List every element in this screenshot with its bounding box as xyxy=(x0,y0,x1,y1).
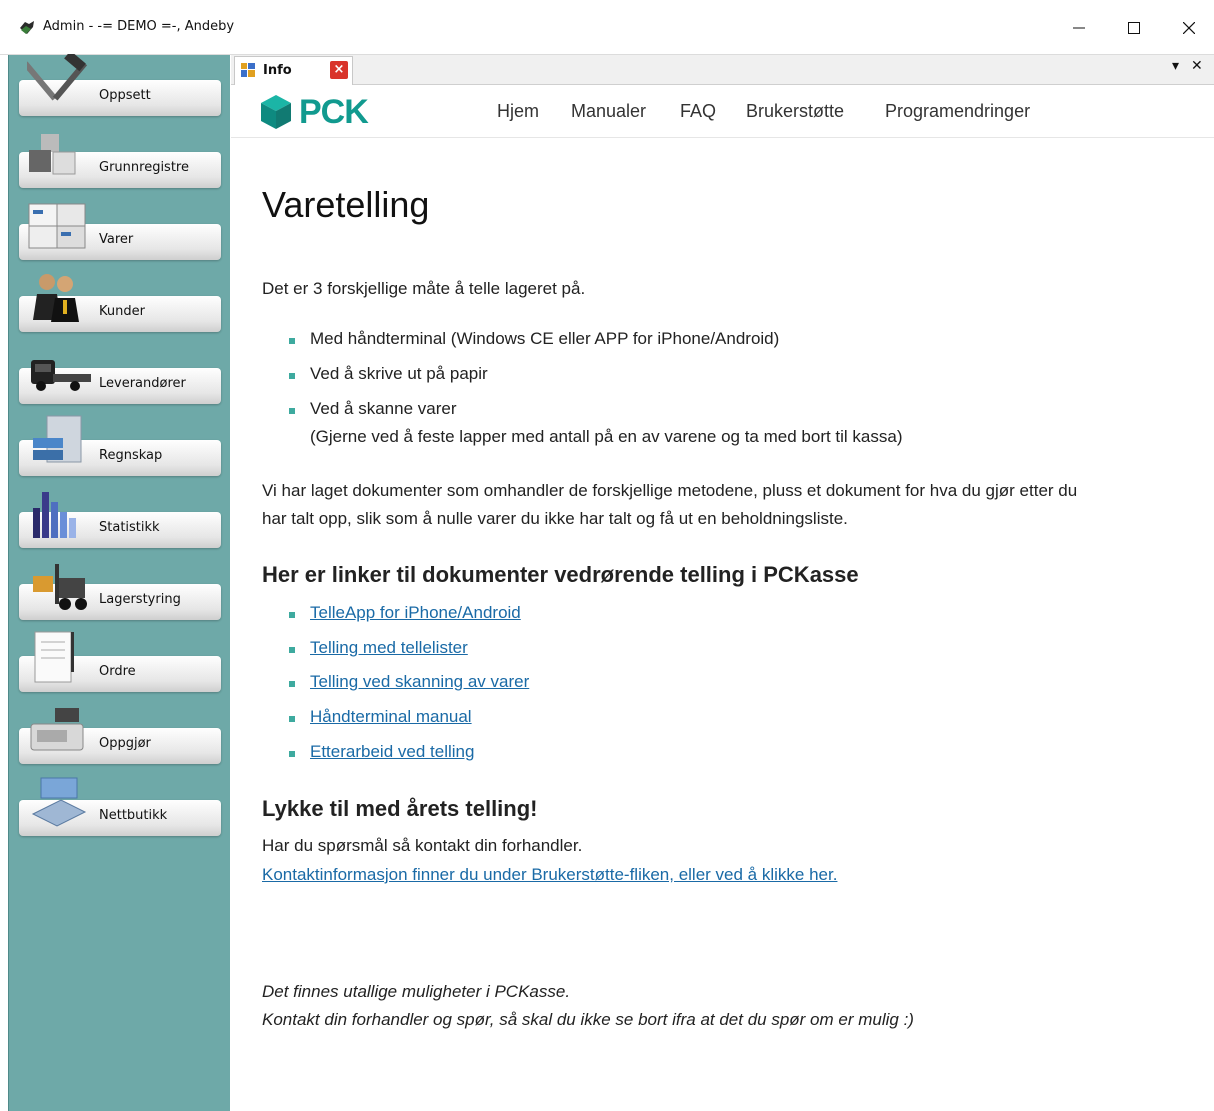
sidebar-item-statistikk[interactable]: Statistikk xyxy=(19,492,221,548)
logo-text: PCK xyxy=(299,92,369,131)
webshop-icon xyxy=(31,777,87,827)
chart-icon xyxy=(33,492,76,538)
info-tab-icon xyxy=(241,63,255,77)
doc-link-tellelister[interactable]: Telling med tellelister xyxy=(310,638,468,658)
tab-label: Info xyxy=(263,63,292,78)
nav-programendringer[interactable]: Programendringer xyxy=(885,101,1030,122)
pck-logo[interactable]: PCK xyxy=(261,92,369,131)
footer-line-1: Det finnes utallige muligheter i PCKasse… xyxy=(262,982,571,1001)
nav-hjem[interactable]: Hjem xyxy=(497,101,539,122)
bullet-marker xyxy=(289,751,295,757)
document-icon xyxy=(34,631,74,683)
intro-text: Det er 3 forskjellige måte å telle lager… xyxy=(262,279,586,298)
sidebar-item-kunder[interactable]: Kunder xyxy=(19,274,221,332)
bullet-marker xyxy=(289,647,295,653)
doc-link-skanning[interactable]: Telling ved skanning av varer xyxy=(310,672,529,692)
minimize-icon xyxy=(1073,27,1085,29)
minimize-button[interactable] xyxy=(1057,8,1101,48)
links-heading: Her er linker til dokumenter vedrørende … xyxy=(262,562,859,587)
sidebar-item-label: Grunnregistre xyxy=(99,160,189,175)
maximize-button[interactable] xyxy=(1112,8,1156,48)
sidebar-item-nettbutikk[interactable]: Nettbutikk xyxy=(19,777,221,836)
sidebar-item-varer[interactable]: Varer xyxy=(19,203,221,260)
close-pane-icon[interactable]: ✕ xyxy=(1191,58,1203,74)
bullet-marker xyxy=(289,716,295,722)
sidebar-item-label: Kunder xyxy=(99,304,145,319)
sidebar-item-label: Ordre xyxy=(99,664,136,679)
sidebar-item-lagerstyring[interactable]: Lagerstyring xyxy=(19,564,221,620)
tools-icon xyxy=(27,54,88,101)
method-item: Ved å skanne varer xyxy=(310,399,457,418)
bullet-marker xyxy=(289,373,295,379)
boxes-icon xyxy=(29,134,76,175)
footer-line-2: Kontakt din forhandler og spør, så skal … xyxy=(262,1010,914,1029)
description-line-1: Vi har laget dokumenter som omhandler de… xyxy=(262,481,1078,500)
forklift-icon xyxy=(33,564,87,610)
sidebar-item-label: Statistikk xyxy=(99,520,160,535)
app-icon xyxy=(20,21,34,34)
sidebar-item-label: Oppsett xyxy=(99,88,151,103)
sidebar-item-leverandorer[interactable]: Leverandører xyxy=(19,360,221,404)
customers-icon xyxy=(33,274,79,322)
sidebar-item-label: Lagerstyring xyxy=(99,592,181,607)
description-line-2: har talt opp, slik som å nulle varer du … xyxy=(262,509,848,528)
bullet-marker xyxy=(289,408,295,414)
maximize-icon xyxy=(1128,22,1140,34)
site-header: PCK Hjem Manualer FAQ Brukerstøtte Progr… xyxy=(231,86,1214,138)
sidebar-item-ordre[interactable]: Ordre xyxy=(19,631,221,692)
method-item: Med håndterminal (Windows CE eller APP f… xyxy=(310,329,780,348)
tab-strip: Info × ▾ ✕ xyxy=(231,55,1214,85)
sidebar-item-label: Varer xyxy=(99,232,134,247)
bullet-marker xyxy=(289,338,295,344)
window-title: Admin - -= DEMO =-, Andeby xyxy=(43,19,235,34)
sidebar: Oppsett Grunnregistre Varer Kunder Lever… xyxy=(8,54,230,1111)
sidebar-item-label: Nettbutikk xyxy=(99,808,168,823)
sidebar-item-label: Oppgjør xyxy=(99,736,151,751)
pck-logo-icon xyxy=(261,95,291,129)
sidebar-item-oppgjor[interactable]: Oppgjør xyxy=(19,708,221,764)
closing-heading: Lykke til med årets telling! xyxy=(262,796,538,821)
sidebar-item-label: Leverandører xyxy=(99,376,186,391)
register-icon xyxy=(30,708,84,751)
bullet-marker xyxy=(289,681,295,687)
contact-link[interactable]: Kontaktinformasjon finner du under Bruke… xyxy=(262,865,837,885)
bullet-marker xyxy=(289,612,295,618)
closing-text: Har du spørsmål så kontakt din forhandle… xyxy=(262,836,583,855)
doc-link-etterarbeid[interactable]: Etterarbeid ved telling xyxy=(310,742,474,762)
doc-link-telleapp[interactable]: TelleApp for iPhone/Android xyxy=(310,603,521,623)
sidebar-item-grunnregistre[interactable]: Grunnregistre xyxy=(19,134,221,188)
tab-close-icon[interactable]: × xyxy=(330,61,348,79)
method-note: (Gjerne ved å feste lapper med antall på… xyxy=(310,427,903,446)
page-title: Varetelling xyxy=(262,184,430,225)
web-content: PCK Hjem Manualer FAQ Brukerstøtte Progr… xyxy=(231,86,1214,1111)
truck-icon xyxy=(31,360,91,391)
doc-link-handterminal[interactable]: Håndterminal manual xyxy=(310,707,472,727)
tab-info[interactable]: Info × xyxy=(234,56,353,85)
sidebar-item-regnskap[interactable]: Regnskap xyxy=(19,415,221,476)
nav-faq[interactable]: FAQ xyxy=(680,101,716,122)
nav-manualer[interactable]: Manualer xyxy=(571,101,646,122)
cabinet-icon xyxy=(33,415,82,463)
close-button[interactable] xyxy=(1167,8,1211,48)
tab-list-dropdown-icon[interactable]: ▾ xyxy=(1172,58,1179,74)
title-bar: Admin - -= DEMO =-, Andeby xyxy=(0,0,1214,55)
nav-brukerstotte[interactable]: Brukerstøtte xyxy=(746,101,844,122)
sidebar-item-oppsett[interactable]: Oppsett xyxy=(19,54,221,116)
close-icon xyxy=(1183,22,1195,34)
sidebar-item-label: Regnskap xyxy=(99,448,163,463)
method-item: Ved å skrive ut på papir xyxy=(310,364,488,383)
products-icon xyxy=(28,203,86,249)
